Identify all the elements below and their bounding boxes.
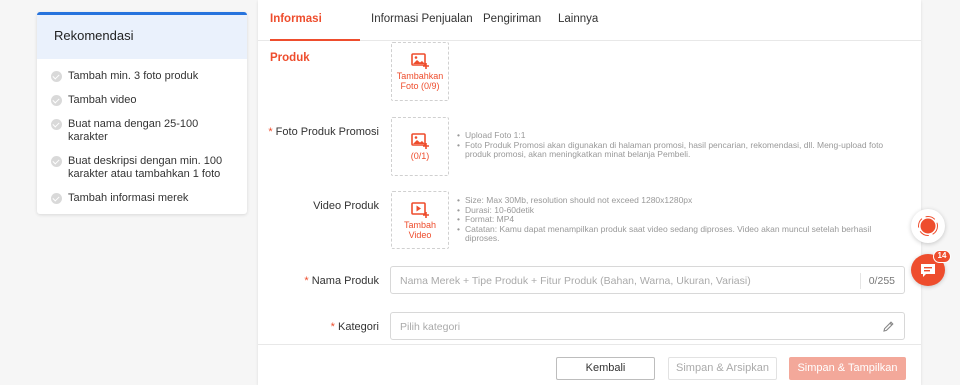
check-circle-icon bbox=[51, 95, 62, 106]
product-form-panel: Tambahkan Foto (0/9) * Foto Produk Promo… bbox=[258, 0, 921, 385]
hint-line: Catatan: Kamu dapat menampilkan produk s… bbox=[457, 224, 897, 244]
required-mark: * bbox=[304, 275, 309, 287]
hint-line: Durasi: 10-60detik bbox=[457, 205, 897, 216]
recommendation-item: Buat nama dengan 25-100 karakter bbox=[51, 118, 237, 144]
divider bbox=[860, 273, 861, 289]
promo-photo-label-text: Foto Produk Promosi bbox=[275, 126, 379, 138]
category-label: * Kategori bbox=[258, 321, 379, 333]
add-image-icon bbox=[411, 133, 429, 149]
form-footer: Kembali Simpan & Arsipkan Simpan & Tampi… bbox=[258, 344, 921, 385]
recommendation-item: Tambah informasi merek bbox=[51, 192, 237, 205]
required-mark: * bbox=[268, 126, 273, 138]
upload-label-2: Video bbox=[408, 230, 432, 240]
recommendation-item-label: Buat nama dengan 25-100 karakter bbox=[68, 118, 199, 143]
category-placeholder: Pilih kategori bbox=[400, 321, 461, 333]
pencil-icon[interactable] bbox=[882, 320, 895, 333]
upload-label: Tambah bbox=[403, 220, 437, 230]
promo-photo-label: * Foto Produk Promosi bbox=[258, 126, 379, 138]
check-circle-icon bbox=[51, 119, 62, 130]
recommendation-list: Tambah min. 3 foto produk Tambah video B… bbox=[37, 59, 247, 205]
product-name-input[interactable]: Nama Merek + Tipe Produk + Fitur Produk … bbox=[390, 266, 905, 294]
recommendation-item-label: Tambah informasi merek bbox=[68, 192, 189, 204]
video-upload[interactable]: Tambah Video bbox=[391, 191, 449, 249]
tab-product-info[interactable]: Informasi Produk bbox=[270, 0, 360, 64]
recommendation-card: Rekomendasi Tambah min. 3 foto produk Ta… bbox=[37, 12, 247, 214]
product-name-label-text: Nama Produk bbox=[311, 275, 379, 287]
product-name-label: * Nama Produk bbox=[258, 275, 379, 287]
upload-count: Foto (0/9) bbox=[400, 81, 440, 91]
upload-label: Tambahkan bbox=[396, 71, 444, 81]
assistant-button[interactable] bbox=[911, 209, 945, 243]
tab-shipping[interactable]: Pengiriman bbox=[483, 0, 541, 41]
tab-sales-info[interactable]: Informasi Penjualan bbox=[371, 0, 473, 41]
recommendation-item-label: Tambah video bbox=[68, 94, 137, 106]
check-circle-icon bbox=[51, 193, 62, 204]
assistant-icon bbox=[918, 216, 938, 236]
category-label-text: Kategori bbox=[338, 321, 379, 333]
product-photo-upload[interactable]: Tambahkan Foto (0/9) bbox=[391, 42, 449, 101]
recommendation-item-label: Buat deskripsi dengan min. 100 karakter … bbox=[68, 155, 223, 180]
hint-line: Foto Produk Promosi akan digunakan di ha… bbox=[457, 140, 897, 160]
required-mark: * bbox=[330, 321, 335, 333]
chat-unread-badge: 14 bbox=[933, 250, 951, 263]
upload-count: (0/1) bbox=[410, 151, 430, 161]
back-button[interactable]: Kembali bbox=[556, 357, 655, 380]
add-image-icon bbox=[411, 53, 429, 69]
recommendation-item: Tambah video bbox=[51, 94, 237, 107]
video-hints: Size: Max 30Mb, resolution should not ex… bbox=[457, 195, 897, 244]
save-archive-button[interactable]: Simpan & Arsipkan bbox=[668, 357, 777, 380]
check-circle-icon bbox=[51, 156, 62, 167]
form-tabs: Informasi Produk Informasi Penjualan Pen… bbox=[258, 0, 921, 64]
save-publish-button[interactable]: Simpan & Tampilkan bbox=[789, 357, 906, 380]
video-label: Video Produk bbox=[313, 200, 379, 212]
product-name-placeholder: Nama Merek + Tipe Produk + Fitur Produk … bbox=[400, 275, 751, 287]
recommendation-item: Tambah min. 3 foto produk bbox=[51, 70, 237, 83]
recommendation-title: Rekomendasi bbox=[37, 15, 247, 59]
check-circle-icon bbox=[51, 71, 62, 82]
character-counter: 0/255 bbox=[868, 275, 895, 287]
promo-photo-upload[interactable]: (0/1) bbox=[391, 117, 449, 176]
recommendation-item-label: Tambah min. 3 foto produk bbox=[68, 70, 199, 82]
add-video-icon bbox=[411, 202, 429, 218]
tab-others[interactable]: Lainnya bbox=[558, 0, 598, 41]
recommendation-item: Buat deskripsi dengan min. 100 karakter … bbox=[51, 155, 237, 181]
category-selector[interactable]: Pilih kategori bbox=[390, 312, 905, 340]
promo-photo-hints: Upload Foto 1:1 Foto Produk Promosi akan… bbox=[457, 130, 897, 160]
